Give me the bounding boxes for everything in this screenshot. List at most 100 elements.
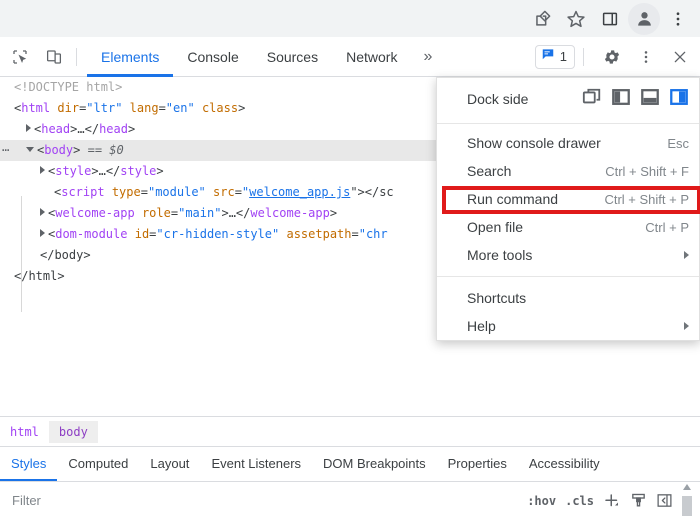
tag-head-close: head	[99, 122, 128, 136]
paintbrush-icon[interactable]	[630, 492, 647, 509]
welcome-ellipsis: …	[228, 206, 236, 220]
devtools-settings-menu[interactable]: Dock side Show console drawer Esc Search…	[436, 77, 700, 341]
tab-sources[interactable]: Sources	[253, 37, 332, 77]
attr-type-name: type	[111, 185, 141, 199]
devtools-overflow-menu-icon[interactable]	[632, 43, 660, 71]
filter-bar-tools: :hov .cls	[527, 483, 700, 518]
devtools-toolbar-right: 1	[534, 43, 700, 71]
gear-icon[interactable]	[598, 43, 626, 71]
menu-item-shortcut: Ctrl + Shift + F	[605, 163, 689, 179]
dom-breadcrumb: html body	[0, 416, 700, 447]
dock-to-right-icon[interactable]	[669, 87, 689, 112]
tag-dom-module: dom-module	[55, 227, 128, 241]
close-html-text: </html>	[14, 269, 65, 283]
dock-to-bottom-icon[interactable]	[640, 87, 660, 112]
plus-icon[interactable]	[603, 492, 621, 510]
styles-sidebar-tab-list: Styles Computed Layout Event Listeners D…	[0, 447, 700, 482]
script-tail: "></sc	[350, 185, 394, 199]
toggle-sidebar-icon[interactable]	[656, 492, 673, 509]
styles-filter-bar: :hov .cls	[0, 482, 700, 519]
toggle-element-state-button[interactable]: :hov	[527, 494, 556, 508]
undock-into-separate-window-icon[interactable]	[582, 87, 602, 112]
dock-to-left-icon[interactable]	[611, 87, 631, 112]
close-body-text: </body>	[40, 248, 91, 262]
expand-triangle-icon[interactable]	[26, 124, 31, 132]
tab-accessibility[interactable]: Accessibility	[518, 447, 611, 481]
tag-html: html	[21, 101, 51, 115]
menu-item-show-console-drawer[interactable]: Show console drawer Esc	[437, 129, 699, 157]
browser-chrome-icons	[526, 2, 700, 35]
attr-lang-value: "en"	[165, 101, 195, 115]
attr-src-value-link[interactable]: welcome_app.js	[249, 185, 350, 199]
menu-item-label: Shortcuts	[467, 290, 527, 306]
attr-role-value: "main"	[178, 206, 222, 220]
tab-elements[interactable]: Elements	[87, 37, 173, 77]
expand-triangle-icon[interactable]	[40, 208, 45, 216]
inspect-element-icon[interactable]	[6, 43, 34, 71]
attr-assetpath-name: assetpath	[286, 227, 352, 241]
style-ellipsis: …	[98, 164, 106, 178]
menu-item-search[interactable]: Search Ctrl + Shift + F	[437, 157, 699, 185]
attr-src-name: src	[213, 185, 235, 199]
dock-side-label: Dock side	[467, 91, 529, 107]
tab-properties[interactable]: Properties	[437, 447, 518, 481]
share-icon[interactable]	[526, 3, 558, 35]
devtools-tab-list: Elements Console Sources Network »	[87, 37, 444, 77]
device-toolbar-icon[interactable]	[40, 43, 68, 71]
scrollbar-up-arrow-icon[interactable]	[683, 483, 691, 490]
menu-item-shortcuts[interactable]: Shortcuts	[437, 284, 699, 312]
tab-computed[interactable]: Computed	[57, 447, 139, 481]
head-ellipsis: …	[77, 122, 85, 136]
styles-pane-scrollbar[interactable]	[682, 483, 692, 518]
collapse-triangle-icon[interactable]	[26, 147, 34, 152]
menu-item-label: More tools	[467, 247, 533, 263]
toolbar-divider-2	[583, 47, 584, 66]
side-panel-icon[interactable]	[594, 3, 626, 35]
tab-layout[interactable]: Layout	[139, 447, 200, 481]
menu-item-run-command[interactable]: Run command Ctrl + Shift + P	[437, 185, 699, 213]
issues-chip-icon	[541, 47, 555, 66]
menu-divider-2	[437, 276, 699, 277]
dom-node-menu-icon[interactable]: ⋯	[2, 140, 9, 161]
dock-side-options	[582, 87, 689, 112]
menu-item-label: Run command	[467, 191, 559, 207]
more-tabs-chevron-icon[interactable]: »	[411, 48, 444, 66]
tab-dom-breakpoints[interactable]: DOM Breakpoints	[312, 447, 437, 481]
attr-assetpath-value: "chr	[358, 227, 388, 241]
dock-side-row: Dock side	[437, 78, 699, 120]
menu-item-more-tools[interactable]: More tools	[437, 241, 699, 269]
tag-welcome-app: welcome-app	[55, 206, 135, 220]
submenu-arrow-icon	[684, 251, 689, 259]
tag-body: body	[44, 143, 74, 157]
menu-item-open-file[interactable]: Open file Ctrl + P	[437, 213, 699, 241]
issues-counter-button[interactable]: 1	[534, 44, 575, 69]
tag-welcome-app-close: welcome-app	[250, 206, 330, 220]
tab-event-listeners[interactable]: Event Listeners	[200, 447, 312, 481]
attr-dir-name: dir	[57, 101, 80, 115]
tab-console[interactable]: Console	[173, 37, 252, 77]
element-classes-button[interactable]: .cls	[565, 494, 594, 508]
expand-triangle-icon[interactable]	[40, 166, 45, 174]
filter-input[interactable]	[10, 488, 470, 513]
scrollbar-thumb[interactable]	[682, 495, 692, 516]
menu-item-label: Show console drawer	[467, 135, 601, 151]
tag-script: script	[61, 185, 105, 199]
devtools-toolbar: Elements Console Sources Network » 1	[0, 37, 700, 77]
breadcrumb-item-body[interactable]: body	[48, 420, 98, 443]
expand-triangle-icon[interactable]	[40, 229, 45, 237]
attr-id-name: id	[134, 227, 150, 241]
tag-style-close: style	[120, 164, 157, 178]
attr-dir-value: "ltr"	[86, 101, 123, 115]
menu-item-shortcut: Esc	[667, 135, 689, 151]
menu-item-help[interactable]: Help	[437, 312, 699, 340]
tag-head: head	[41, 122, 71, 136]
tab-styles[interactable]: Styles	[0, 447, 57, 481]
profile-avatar-icon[interactable]	[628, 2, 660, 35]
tab-network[interactable]: Network	[332, 37, 411, 77]
attr-id-value: "cr-hidden-style"	[156, 227, 280, 241]
breadcrumb-item-html[interactable]: html	[0, 421, 49, 443]
chrome-menu-icon[interactable]	[662, 3, 694, 35]
toolbar-divider	[76, 47, 77, 66]
close-icon[interactable]	[666, 43, 694, 71]
bookmark-star-icon[interactable]	[560, 3, 592, 35]
